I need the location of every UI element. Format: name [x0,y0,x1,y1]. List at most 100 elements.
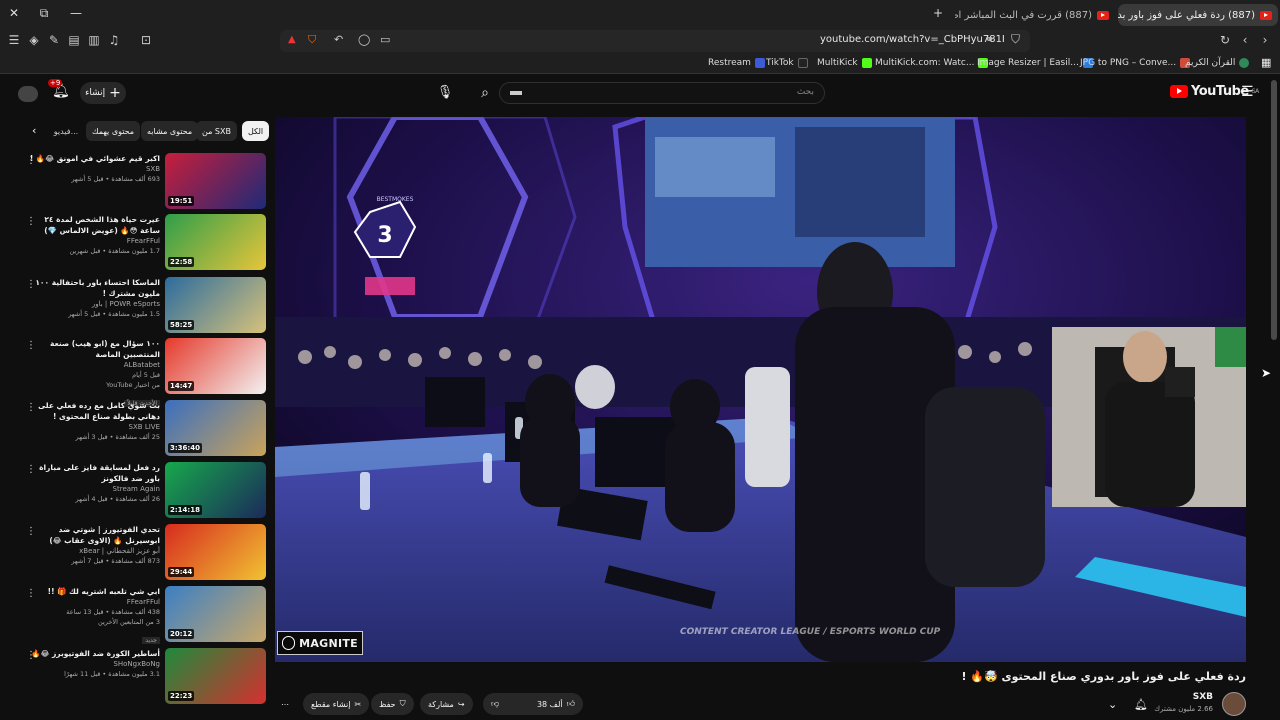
subscription-bell-button[interactable]: ⌄ 🔔︎ [1108,693,1148,715]
chip-from-channel[interactable]: من SXB [196,121,237,141]
more-actions-button[interactable]: ⋯ [275,693,295,715]
avatar[interactable] [18,86,38,102]
apps-grid-icon[interactable]: ▦ [1261,56,1271,69]
link-icon[interactable]: ⚭ [985,33,994,46]
brave-shield-icon[interactable]: ⛉ [308,33,316,47]
recommendation-item[interactable]: 3:36:40 بث شوي كامل مع رده فعلي على دهاني… [20,400,266,456]
channel-name[interactable]: أبو عزيز القحطاني | xBear [26,546,160,556]
channel-name[interactable]: SXB LIVE [26,422,160,432]
tab-active[interactable]: (887) ردة فعلي على فوز باور بدوري صناع ا… [1118,4,1278,26]
tab-inactive[interactable]: (887) قررت في البث المباشر اطيح اعرف... [955,4,1115,26]
close-window-icon[interactable]: ✕ [6,6,22,20]
bookmark-icon[interactable]: ⛉ [1011,32,1020,47]
channel-info[interactable]: SXB 2.66 مليون مشترك [1150,690,1246,718]
video-title[interactable]: بث شوي كامل مع رده فعلي على دهاني بطولة … [26,400,160,422]
screenshot-icon[interactable]: ⊡ [138,33,154,47]
address-bar[interactable]: ▲ ⛉ ↶ ◯ ▭ youtube.com/watch?v=_CbPHyu781… [280,30,1030,52]
video-thumbnail[interactable]: 19:51 [165,153,266,209]
restore-window-icon[interactable]: ⧉ [36,6,52,21]
more-options-icon[interactable]: ⋮ [26,279,36,290]
recommendation-item[interactable]: 19:51 اكبر قيم عشوائي في امونق 😂🔥 ! SXB 693… [20,153,266,209]
more-options-icon[interactable]: ⋮ [26,588,36,599]
keyboard-icon[interactable] [510,91,522,95]
minimize-window-icon[interactable]: — [68,6,84,20]
recommendation-item[interactable]: 14:47 ١٠٠ سؤال مع (ابو هيب) صنعة المنتصبي… [20,338,266,407]
reload-icon[interactable]: ↻ [1217,33,1233,47]
voice-search-button[interactable]: 🎙︎ [435,82,455,104]
video-title[interactable]: ابي شي تلعبه اشتريه لك 🎁 !! [26,586,160,597]
video-title[interactable]: رد فعل لمسابقة فايز على مباراة باور ضد ف… [26,462,160,484]
bookmark-item[interactable]: القرآن الكريم [1185,58,1250,68]
channel-name[interactable]: FFearFFul [26,236,160,246]
channel-name[interactable]: SHoNgxBoNg [26,659,160,669]
recommendation-item[interactable]: 58:25 الماسكا احتساء باور باحتفالية ١٠٠ م… [20,277,266,333]
cast-icon[interactable]: ▭ [380,33,390,46]
bookmark-item[interactable]: Restream [708,58,765,68]
video-title[interactable]: أساطير الكورة ضد الفوتيوبرز 😂🔥 [26,648,160,659]
chat-icon[interactable]: ◯ [358,33,370,46]
video-thumbnail[interactable]: 22:58 [165,214,266,270]
channel-name[interactable]: SXB [26,164,160,174]
video-thumbnail[interactable]: 58:25 [165,277,266,333]
bookmark-item[interactable]: MultiKick.com: Watc... [875,58,989,68]
video-title[interactable]: اكبر قيم عشوائي في امونق 😂🔥 ! [26,153,160,164]
recommendation-item[interactable]: 22:23 أساطير الكورة ضد الفوتيوبرز 😂🔥 SHoNg… [20,648,266,704]
more-options-icon[interactable]: ⋮ [26,402,36,413]
create-button[interactable]: إنشاء + [80,82,126,104]
search-button[interactable]: ⌕ [472,82,498,104]
video-thumbnail[interactable]: 20:12 [165,586,266,642]
recommendation-item[interactable]: 2:14:18 رد فعل لمسابقة فايز على مباراة با… [20,462,266,518]
more-options-icon[interactable]: ⋮ [26,650,36,661]
more-options-icon[interactable]: ⋮ [26,155,36,166]
bookmark-item[interactable]: TikTok [766,58,808,68]
notifications-button[interactable]: 🔔︎ +9 [48,79,70,99]
recommendation-item[interactable]: 20:12 ابي شي تلعبه اشتريه لك 🎁 !! FFearFFu… [20,586,266,644]
video-thumbnail[interactable]: 3:36:40 [165,400,266,456]
channel-name[interactable]: FFearFFul [26,597,160,607]
guide-menu-icon[interactable]: ☰ [1241,84,1254,100]
channel-name[interactable]: ALBatabet [26,360,160,370]
like-button[interactable]: 38 ألف 👍︎ [537,699,575,709]
more-options-icon[interactable]: ⋮ [26,340,36,351]
bookmark-item[interactable]: JPG to PNG – Conve... [1080,58,1191,68]
share-button[interactable]: مشاركة ↪ [420,693,473,715]
recommendation-item[interactable]: 22:58 عيرت حياة هذا الشخص لمدة ٢٤ ساعة 😳🔥… [20,214,266,270]
bookmark-item[interactable]: Image Resizer | Easil... [977,58,1093,68]
extensions-icon[interactable]: ✎ [46,33,62,47]
back-icon[interactable]: ‹ [1237,33,1253,47]
chip-more[interactable]: فيديو... [54,121,78,141]
channel-name[interactable]: POWR eSports | باور [26,299,160,309]
new-tab-button[interactable]: + [930,6,946,20]
video-title[interactable]: ١٠٠ سؤال مع (ابو هيب) صنعة المنتصبين الم… [26,338,160,360]
channel-avatar[interactable] [1222,692,1246,716]
sidebar-icon[interactable]: ▥ [86,33,102,47]
video-thumbnail[interactable]: 29:44 [165,524,266,580]
video-thumbnail[interactable]: 22:23 [165,648,266,704]
chip-all[interactable]: الكل [242,121,270,141]
recommendation-item[interactable]: 29:44 تحدي الفوتيورز | شوتي ضد ابوسيرنل 🔥… [20,524,266,580]
channel-name[interactable]: Stream Again [26,484,160,494]
search-input[interactable]: بحث [499,82,825,104]
alert-icon[interactable]: ▲ [288,34,296,45]
chip-for-you[interactable]: محتوى يهمك [86,121,141,141]
shield-icon[interactable]: ◈ [26,33,42,47]
save-button[interactable]: حفظ ⛉ [371,693,414,715]
undo-icon[interactable]: ↶ [334,33,343,46]
video-title[interactable]: الماسكا احتساء باور باحتفالية ١٠٠ مليون … [26,277,160,299]
more-options-icon[interactable]: ⋮ [26,464,36,475]
url-text[interactable]: youtube.com/watch?v=_CbPHyu781I [820,34,1005,45]
more-options-icon[interactable]: ⋮ [26,216,36,227]
video-title[interactable]: تحدي الفوتيورز | شوتي ضد ابوسيرنل 🔥 (الا… [26,524,160,546]
video-title[interactable]: عيرت حياة هذا الشخص لمدة ٢٤ ساعة 😳🔥 (عوي… [26,214,160,236]
bookmark-item[interactable]: MultiKick [817,58,872,68]
menu-icon[interactable]: ☰ [6,33,22,47]
chip-related[interactable]: محتوى مشابه [141,121,199,141]
more-options-icon[interactable]: ⋮ [26,526,36,537]
channel-name[interactable]: SXB [1193,692,1213,702]
clip-button[interactable]: إنشاء مقطع ✂ [303,693,370,715]
video-thumbnail[interactable]: 14:47 [165,338,266,394]
video-thumbnail[interactable]: 2:14:18 [165,462,266,518]
page-scrollbar[interactable] [1271,80,1277,340]
tabs-icon[interactable]: ▤ [66,33,82,47]
music-icon[interactable]: ♫ [106,33,122,47]
